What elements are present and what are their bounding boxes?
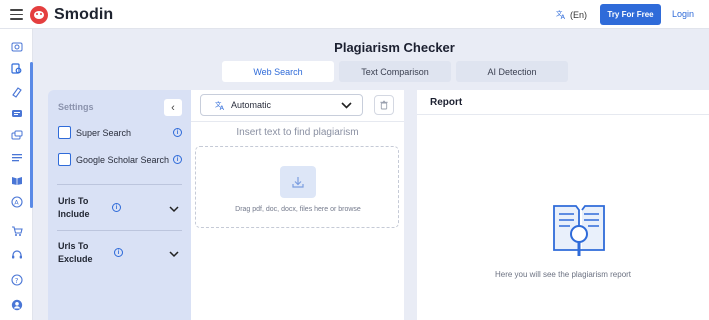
headset-icon[interactable]: [10, 248, 23, 261]
language-label: (En): [570, 9, 588, 20]
info-icon[interactable]: i: [112, 203, 121, 212]
smodin-logo-icon[interactable]: [30, 6, 48, 24]
report-illustration-icon: [553, 205, 605, 256]
settings-title: Settings: [58, 102, 94, 112]
login-link[interactable]: Login: [672, 9, 694, 19]
urls-exclude-label[interactable]: Urls To Exclude: [58, 240, 93, 266]
dropzone-text[interactable]: Drag pdf, doc, docx, files here or brows…: [196, 206, 400, 213]
language-selector[interactable]: 文A (En): [556, 9, 587, 20]
urls-include-line-2: Include: [58, 209, 90, 219]
super-search-option[interactable]: Super Search: [58, 126, 131, 139]
urls-exclude-line-2: Exclude: [58, 254, 93, 264]
plagiarism-icon[interactable]: [10, 62, 23, 75]
google-scholar-label: Google Scholar Search: [76, 154, 170, 165]
menu-icon[interactable]: [10, 9, 23, 20]
top-header: Smodin 文A (En) Try For Free Login: [0, 0, 709, 29]
account-icon[interactable]: [10, 298, 23, 311]
file-dropzone[interactable]: Drag pdf, doc, docx, files here or brows…: [195, 146, 399, 228]
language-select[interactable]: 文A Automatic: [200, 94, 363, 116]
divider: [57, 230, 182, 231]
translate-icon[interactable]: [10, 129, 23, 142]
chevron-down-icon: [341, 102, 352, 109]
chat-icon[interactable]: [10, 107, 23, 120]
chevron-down-icon[interactable]: [169, 250, 179, 258]
collapse-settings-button[interactable]: ‹: [164, 99, 182, 116]
try-for-free-button[interactable]: Try For Free: [600, 4, 661, 25]
super-search-checkbox[interactable]: [58, 126, 71, 139]
brand-name[interactable]: Smodin: [54, 6, 113, 24]
list-icon[interactable]: [10, 151, 23, 164]
upload-button[interactable]: [280, 166, 316, 198]
author-icon[interactable]: A: [10, 195, 23, 208]
text-input-panel: 文A Automatic Insert text to find plagiar…: [191, 90, 404, 320]
tab-ai-detection[interactable]: AI Detection: [456, 61, 568, 82]
book-icon[interactable]: [10, 173, 23, 186]
urls-include-label[interactable]: Urls To Include: [58, 195, 90, 221]
google-scholar-checkbox[interactable]: [58, 153, 71, 166]
clear-text-button[interactable]: [374, 95, 394, 115]
chevron-down-icon[interactable]: [169, 205, 179, 213]
svg-text:A: A: [561, 13, 566, 20]
help-icon[interactable]: ?: [10, 273, 23, 286]
divider: [191, 121, 404, 122]
tab-text-comparison[interactable]: Text Comparison: [339, 61, 451, 82]
language-select-value: Automatic: [231, 100, 272, 110]
trash-icon: [380, 100, 388, 110]
report-title: Report: [430, 97, 463, 108]
google-scholar-option[interactable]: Google Scholar Search: [58, 153, 169, 166]
info-icon[interactable]: i: [173, 155, 182, 164]
super-search-label: Super Search: [76, 127, 132, 138]
settings-panel: Settings ‹ Super Search i Google Scholar…: [48, 90, 191, 320]
urls-exclude-line-1: Urls To: [58, 241, 89, 251]
sidebar-scrollbar[interactable]: [30, 62, 33, 208]
translate-icon: 文A: [215, 100, 225, 111]
page-title: Plagiarism Checker: [334, 40, 455, 55]
report-empty-message: Here you will see the plagiarism report: [494, 270, 632, 279]
cart-icon[interactable]: [10, 224, 23, 237]
tool-tabs: Web Search Text Comparison AI Detection: [222, 61, 568, 82]
svg-text:A: A: [14, 198, 19, 206]
translate-icon: 文A: [556, 9, 566, 20]
eraser-icon[interactable]: [10, 85, 23, 98]
svg-text:A: A: [220, 104, 225, 111]
text-input-placeholder[interactable]: Insert text to find plagiarism: [191, 127, 404, 138]
download-icon: [292, 177, 304, 188]
tab-web-search[interactable]: Web Search: [222, 61, 334, 82]
tools-sidebar: A ?: [0, 29, 33, 320]
info-icon[interactable]: i: [114, 248, 123, 257]
divider: [417, 114, 709, 115]
chevron-left-icon: ‹: [171, 101, 175, 114]
urls-include-line-1: Urls To: [58, 196, 89, 206]
info-icon[interactable]: i: [173, 128, 182, 137]
divider: [57, 184, 182, 185]
report-panel: Report Here you will see the plagiarism …: [417, 90, 709, 320]
svg-text:?: ?: [14, 276, 18, 284]
